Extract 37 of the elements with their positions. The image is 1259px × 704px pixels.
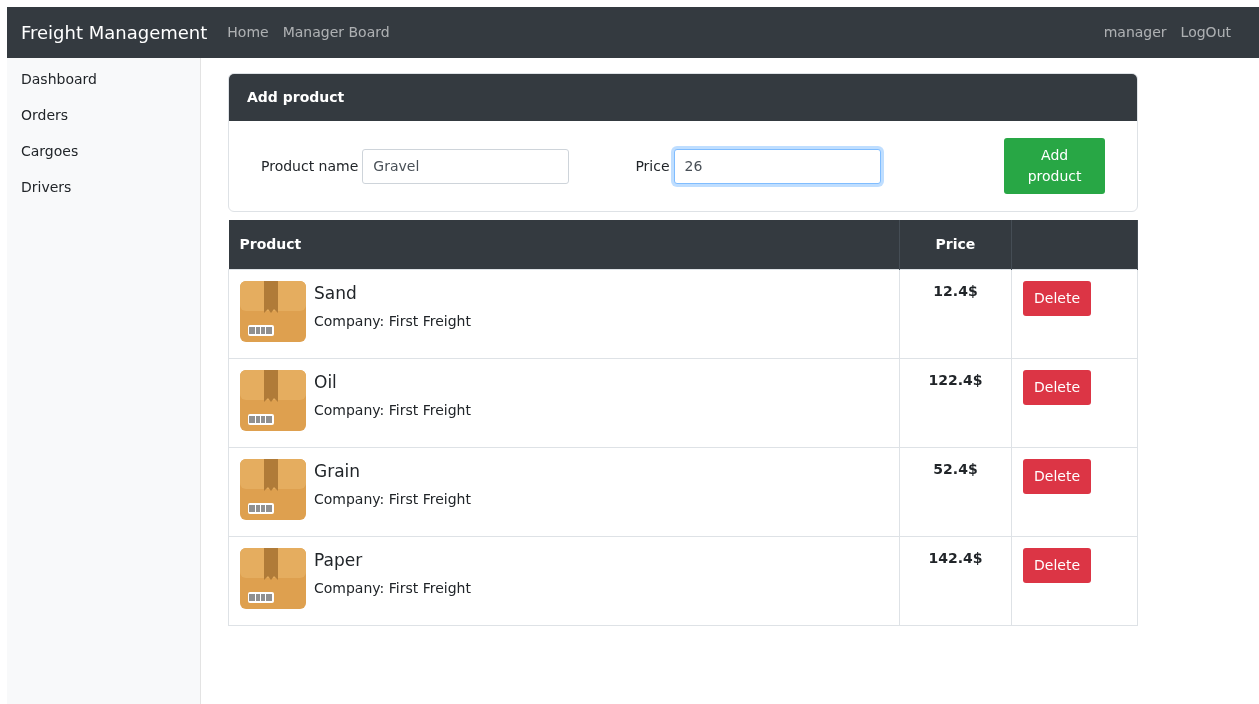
package-icon: [240, 370, 306, 431]
price-text: 52.4$: [933, 461, 978, 477]
text-field[interactable]: Gravel: [362, 148, 570, 184]
product-name: Grain: [314, 460, 362, 483]
delete-button[interactable]: Delete: [1023, 548, 1091, 583]
column-header: Price: [899, 220, 1012, 270]
sidebar-item[interactable]: Dashboard: [7, 66, 200, 102]
delete-button[interactable]: Delete: [1023, 370, 1091, 405]
delete-button[interactable]: Delete: [1023, 281, 1091, 316]
card-title: Add product: [229, 74, 1137, 121]
price-text: 122.4$: [928, 372, 983, 388]
sidebar-item[interactable]: Cargoes: [7, 138, 200, 174]
sidebar-item[interactable]: Drivers: [7, 174, 200, 210]
add-product-button[interactable]: Add product: [1004, 138, 1105, 194]
brand-link[interactable]: Freight Management: [21, 19, 208, 46]
package-icon: [240, 459, 306, 520]
company-text: Company: First Freight: [314, 578, 471, 598]
field-label: Price: [635, 156, 670, 176]
number-field[interactable]: 26: [673, 148, 881, 184]
nav-link[interactable]: Home: [227, 22, 269, 43]
delete-button[interactable]: Delete: [1023, 459, 1091, 494]
nav-link[interactable]: Manager Board: [282, 22, 390, 43]
column-header: Product: [228, 220, 900, 270]
company-text: Company: First Freight: [314, 311, 471, 331]
nav-link[interactable]: LogOut: [1180, 22, 1231, 43]
price-text: 12.4$: [933, 283, 978, 299]
product-name: Sand: [314, 282, 358, 305]
product-name: Oil: [314, 371, 338, 394]
nav-link[interactable]: manager: [1103, 22, 1167, 43]
sidebar-item[interactable]: Orders: [7, 102, 200, 138]
product-name: Paper: [314, 549, 364, 572]
package-icon: [240, 548, 306, 609]
company-text: Company: First Freight: [314, 489, 471, 509]
company-text: Company: First Freight: [314, 400, 471, 420]
field-label: Product name: [261, 156, 359, 176]
price-text: 142.4$: [928, 550, 983, 566]
package-icon: [240, 281, 306, 342]
